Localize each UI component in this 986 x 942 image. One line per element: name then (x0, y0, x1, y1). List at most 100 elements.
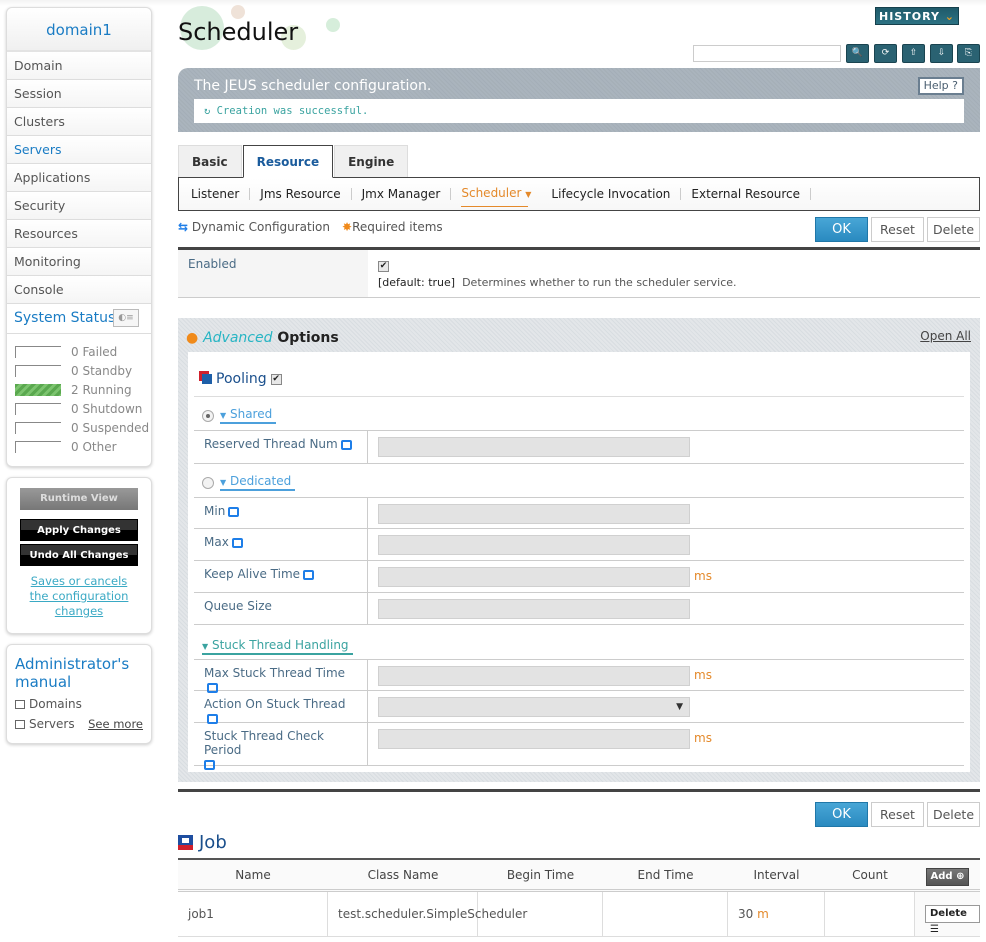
min-input[interactable] (378, 504, 690, 524)
subnav-lifecycle-invocation[interactable]: Lifecycle Invocation (551, 188, 682, 200)
change-controls: Runtime View Apply Changes Undo All Chan… (6, 477, 152, 634)
legend-required: ✸Required items (342, 220, 443, 234)
nav-applications[interactable]: Applications (7, 164, 151, 192)
nav-session[interactable]: Session (7, 80, 151, 108)
nav-security[interactable]: Security (7, 192, 151, 220)
shared-radio[interactable] (202, 409, 214, 422)
action-on-stuck-thread-select[interactable]: ▼ (378, 697, 690, 717)
status-bar (15, 421, 61, 434)
field-label: Max Stuck Thread Time (194, 660, 368, 693)
field-label: Action On Stuck Thread (194, 691, 368, 724)
stuck-thread-check-period-input[interactable] (378, 729, 690, 749)
advanced-title: ● Advanced Options (186, 330, 339, 346)
stuck-thread-toggle[interactable]: ▼ Stuck Thread Handling (202, 638, 353, 655)
keep-alive-time-input[interactable] (378, 567, 690, 587)
subnav-jms-resource[interactable]: Jms Resource (260, 188, 352, 200)
status-failed: 0 Failed (15, 342, 151, 361)
bulb-icon: ● (186, 330, 199, 346)
subnav-jmx-manager[interactable]: Jmx Manager (362, 188, 452, 200)
add-label: Add (930, 871, 953, 882)
reset-button[interactable]: Reset (871, 802, 924, 827)
nav-domain[interactable]: Domain (7, 52, 151, 80)
add-job-button[interactable]: Add ⊕ (925, 868, 970, 886)
manual-link-label[interactable]: Domains (29, 697, 82, 711)
legend: ⇆ Dynamic Configuration ✸Required items (178, 220, 443, 234)
shared-section[interactable]: ▼ Shared (202, 407, 277, 424)
status-bar (15, 364, 61, 377)
nav-clusters[interactable]: Clusters (7, 108, 151, 136)
stuck-thread-label: Stuck Thread Handling (211, 638, 349, 652)
xml-upload-icon[interactable]: ⇧ (902, 44, 925, 63)
dedicated-radio[interactable] (202, 476, 214, 489)
delete-button[interactable]: Delete (927, 802, 980, 827)
dynamic-config-icon (228, 506, 240, 517)
subnav-external-resource[interactable]: External Resource (691, 188, 812, 200)
dedicated-toggle[interactable]: ▼ Dedicated (220, 474, 296, 491)
reset-button[interactable]: Reset (871, 217, 924, 242)
status-toggle-icon[interactable]: ◐≡ (113, 309, 139, 327)
history-label: HISTORY (879, 10, 940, 23)
see-more-link[interactable]: See more (88, 717, 143, 731)
advanced-title-rest: Options (272, 330, 339, 346)
nav-monitoring[interactable]: Monitoring (7, 248, 151, 276)
enabled-checkbox[interactable]: ✔ (378, 261, 389, 272)
advanced-title-em: Advanced (203, 330, 273, 346)
pooling-checkbox[interactable]: ✔ (270, 373, 282, 385)
caret-down-icon: ▼ (220, 411, 227, 420)
subnav-listener[interactable]: Listener (191, 188, 251, 200)
decor-bubble (326, 18, 340, 32)
field-label-text: Queue Size (204, 599, 272, 613)
ok-button[interactable]: OK (815, 217, 868, 242)
reserved-thread-num-input[interactable] (378, 437, 690, 457)
document-icon (15, 719, 25, 729)
refresh-icon[interactable]: ⟳ (874, 44, 897, 63)
message-text: Creation was successful. (216, 105, 369, 117)
stuck-thread-section[interactable]: ▼ Stuck Thread Handling (202, 638, 353, 655)
search-icon[interactable]: 🔍 (846, 44, 869, 63)
manual-link-label[interactable]: Servers (29, 717, 75, 731)
shared-label: Shared (229, 407, 273, 421)
tab-basic[interactable]: Basic (178, 145, 242, 178)
tab-resource[interactable]: Resource (242, 145, 334, 178)
open-all-link[interactable]: Open All (920, 329, 971, 343)
delete-label: Delete (930, 908, 967, 919)
save-note-link[interactable]: Saves or cancels the configuration chang… (20, 574, 138, 619)
search-input[interactable] (693, 45, 841, 62)
status-bar (15, 402, 61, 415)
top-bar (0, 0, 986, 6)
dedicated-section[interactable]: ▼ Dedicated (202, 474, 296, 491)
shared-toggle[interactable]: ▼ Shared (220, 407, 277, 424)
manual-link-servers[interactable]: Servers See more (15, 717, 143, 731)
runtime-view-button[interactable]: Runtime View (20, 488, 138, 510)
tab-engine[interactable]: Engine (334, 145, 409, 178)
tab-bar: Basic Resource Engine (178, 145, 409, 178)
delete-job-button[interactable]: Delete ☰ (925, 905, 980, 935)
help-button[interactable]: Help ? (917, 77, 964, 95)
field-label-text: Min (204, 504, 226, 518)
apply-changes-button[interactable]: Apply Changes (20, 519, 138, 541)
nav-console[interactable]: Console (7, 276, 151, 304)
max-input[interactable] (378, 535, 690, 555)
ok-button[interactable]: OK (815, 802, 868, 827)
nav-servers[interactable]: Servers (7, 136, 151, 164)
status-bar (15, 383, 61, 396)
section-icon (202, 374, 212, 384)
xml-download-icon[interactable]: ⇩ (930, 44, 953, 63)
delete-button[interactable]: Delete (927, 217, 980, 242)
dynamic-config-icon (231, 537, 243, 548)
history-button[interactable]: HISTORY ⌄ (875, 7, 959, 25)
question-icon: ? (952, 79, 958, 92)
queue-size-input[interactable] (378, 599, 690, 619)
nav-resources[interactable]: Resources (7, 220, 151, 248)
job-interval: 30 m (728, 892, 825, 936)
manual-link-domains[interactable]: Domains (15, 697, 143, 711)
undo-changes-button[interactable]: Undo All Changes (20, 544, 138, 566)
max-stuck-thread-time-input[interactable] (378, 666, 690, 686)
caret-down-icon: ▼ (220, 478, 227, 487)
export-icon[interactable]: ⎘ (957, 44, 980, 63)
subnav-scheduler[interactable]: Scheduler ▼ (461, 187, 541, 207)
job-end-time (603, 892, 728, 936)
domain-title[interactable]: domain1 (7, 8, 151, 52)
field-row: Max (194, 529, 964, 561)
status-count: 0 (71, 439, 79, 454)
